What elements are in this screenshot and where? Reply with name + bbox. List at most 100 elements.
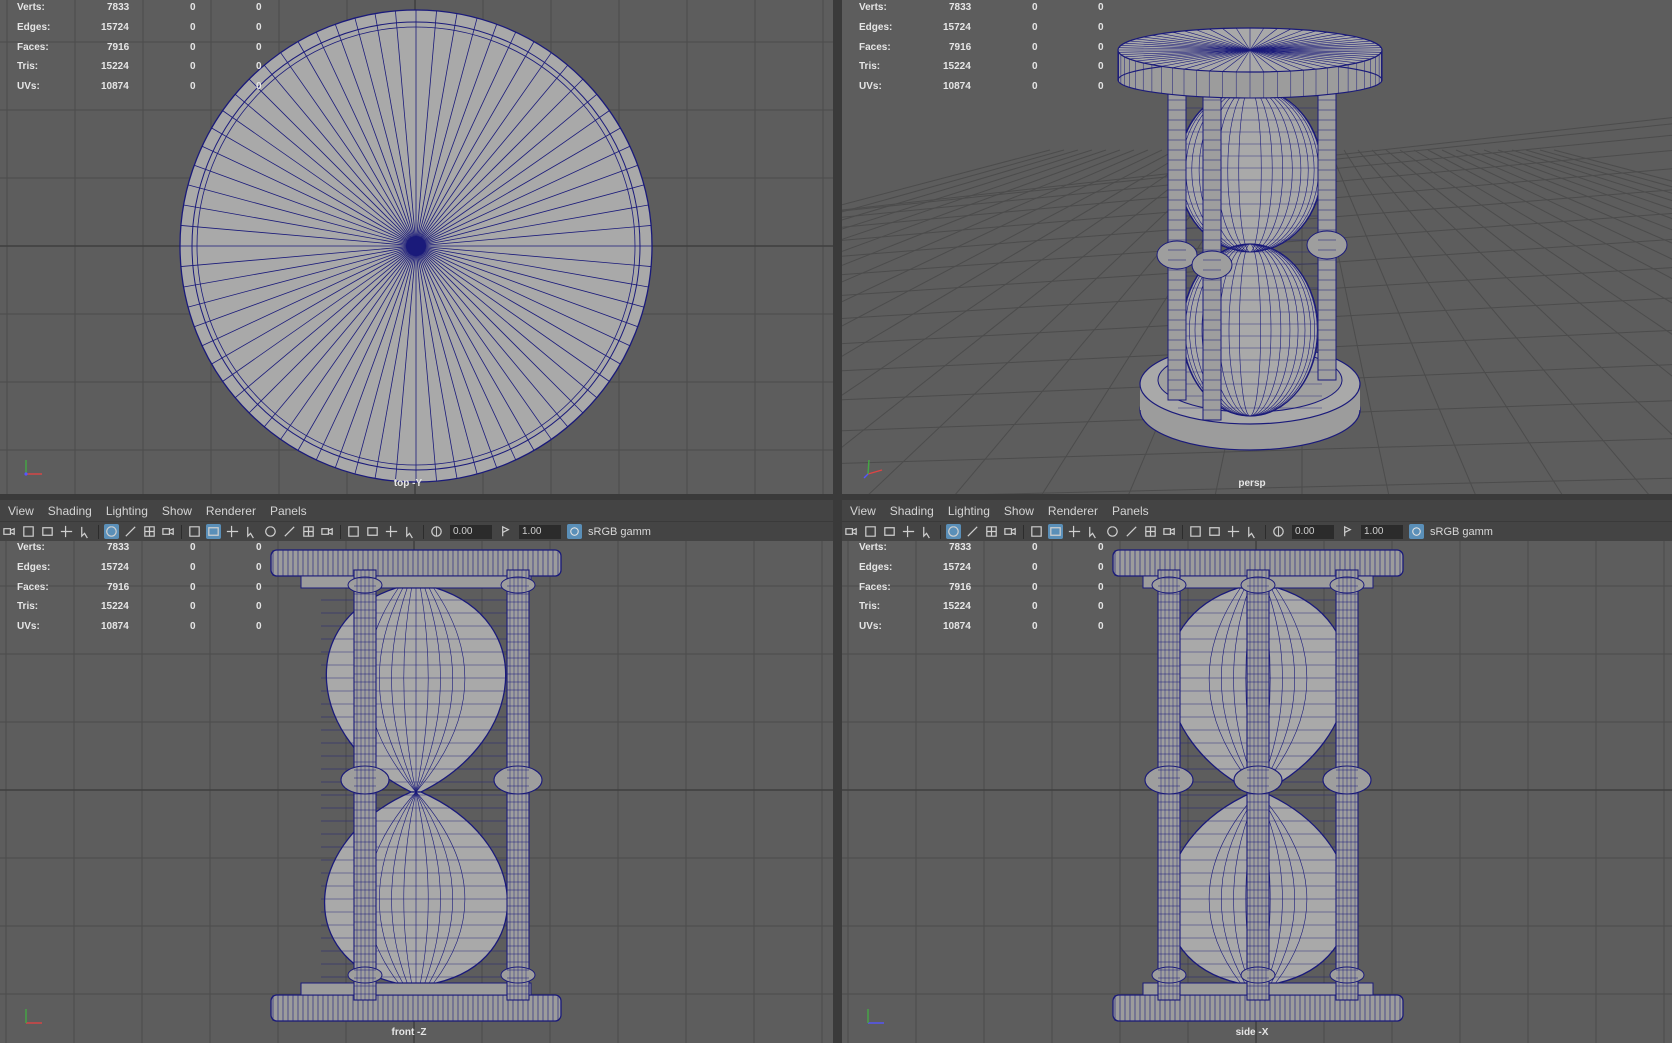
stats-value: 0 xyxy=(1032,601,1038,613)
motion-blur-icon[interactable] xyxy=(1143,524,1158,539)
panel-menu-renderer[interactable]: Renderer xyxy=(206,504,256,518)
grid-icon[interactable] xyxy=(104,524,119,539)
backface-culling-icon[interactable] xyxy=(403,524,418,539)
panel-menu-renderer[interactable]: Renderer xyxy=(1048,504,1098,518)
gamma-field[interactable]: 1.00 xyxy=(1361,524,1403,539)
panel-menu-show[interactable]: Show xyxy=(162,504,192,518)
viewport-persp[interactable]: Verts: 7833 0 0 Edges: 15724 0 0 Faces: 7916 0 0 Tri… xyxy=(842,0,1672,494)
xray-joints-icon[interactable] xyxy=(1226,524,1241,539)
panel-menu-view[interactable]: View xyxy=(850,504,876,518)
axis-gizmo-icon xyxy=(863,459,883,479)
stats-value: 10874 xyxy=(101,621,129,633)
color-space-label[interactable]: sRGB gamm xyxy=(1430,526,1493,538)
wireframe-icon[interactable] xyxy=(187,524,202,539)
backface-culling-icon[interactable] xyxy=(1245,524,1260,539)
shadows-icon[interactable] xyxy=(263,524,278,539)
axis-gizmo-icon xyxy=(867,1009,884,1024)
panel-menu-shading[interactable]: Shading xyxy=(48,504,92,518)
viewport-top[interactable]: Verts: 7833 0 0 Edges: 15724 0 0 Faces: 7916 0 0 Tri… xyxy=(0,0,833,494)
textured-icon[interactable] xyxy=(1067,524,1082,539)
panel-menu-show[interactable]: Show xyxy=(1004,504,1034,518)
stats-value: 0 xyxy=(1098,542,1104,553)
gamma-icon[interactable] xyxy=(1340,524,1355,539)
camera-attributes-icon[interactable] xyxy=(21,524,36,539)
motion-blur-icon[interactable] xyxy=(301,524,316,539)
stats-value: 0 xyxy=(190,542,196,553)
panel-menu-panels[interactable]: Panels xyxy=(1112,504,1149,518)
camera-label: front -Z xyxy=(391,1027,427,1038)
viewport-side[interactable]: Verts: 7833 0 0 Edges: 15724 0 0 Faces: 7916 0 0 Tri… xyxy=(842,540,1672,1043)
grease-pencil-icon[interactable] xyxy=(78,524,93,539)
toolbar-separator xyxy=(181,524,182,539)
xray-icon[interactable] xyxy=(1207,524,1222,539)
isolate-select-icon[interactable] xyxy=(1188,524,1203,539)
stats-label: Tris: xyxy=(859,601,881,613)
anti-alias-icon[interactable] xyxy=(320,524,335,539)
gamma-field[interactable]: 1.00 xyxy=(519,524,561,539)
resolution-gate-icon[interactable] xyxy=(984,524,999,539)
camera-icon[interactable] xyxy=(844,524,859,539)
film-gate-icon[interactable] xyxy=(965,524,980,539)
image-plane-icon[interactable] xyxy=(59,524,74,539)
exposure-icon[interactable] xyxy=(1271,524,1286,539)
stats-value: 0 xyxy=(190,621,196,633)
ambient-occlusion-icon[interactable] xyxy=(282,524,297,539)
stats-value: 0 xyxy=(1098,561,1104,573)
panel-menu-shading[interactable]: Shading xyxy=(890,504,934,518)
exposure-field[interactable]: 0.00 xyxy=(450,524,492,539)
film-gate-icon[interactable] xyxy=(123,524,138,539)
stats-value: 7833 xyxy=(949,2,972,13)
smooth-shade-icon[interactable] xyxy=(206,524,221,539)
camera-attributes-icon[interactable] xyxy=(863,524,878,539)
exposure-field[interactable]: 0.00 xyxy=(1292,524,1334,539)
panel-menu-lighting[interactable]: Lighting xyxy=(948,504,990,518)
resolution-gate-icon[interactable] xyxy=(142,524,157,539)
lights-icon[interactable] xyxy=(244,524,259,539)
stats-value: 0 xyxy=(256,581,262,593)
gamma-icon[interactable] xyxy=(498,524,513,539)
stats-value: 7833 xyxy=(949,542,972,553)
front-view-scene xyxy=(0,540,833,1043)
stats-label: Edges: xyxy=(17,561,51,573)
stats-value: 0 xyxy=(1098,81,1104,93)
safe-action-icon[interactable] xyxy=(161,524,176,539)
isolate-select-icon[interactable] xyxy=(346,524,361,539)
stats-label: Tris: xyxy=(17,61,39,73)
smooth-shade-icon[interactable] xyxy=(1048,524,1063,539)
toolbar-separator xyxy=(1182,524,1183,539)
image-plane-icon[interactable] xyxy=(901,524,916,539)
lights-icon[interactable] xyxy=(1086,524,1101,539)
panel-menu-lighting[interactable]: Lighting xyxy=(106,504,148,518)
camera-icon[interactable] xyxy=(2,524,17,539)
stats-value: 0 xyxy=(1098,41,1104,53)
stats-value: 7916 xyxy=(949,581,972,593)
viewport-front[interactable]: Verts: 7833 0 0 Edges: 15724 0 0 Faces: 7916 0 0 Tri… xyxy=(0,540,833,1043)
exposure-icon[interactable] xyxy=(429,524,444,539)
stats-value: 0 xyxy=(1032,621,1038,633)
safe-action-icon[interactable] xyxy=(1003,524,1018,539)
stats-label: Verts: xyxy=(17,542,45,553)
color-space-label[interactable]: sRGB gamm xyxy=(588,526,651,538)
bookmark-icon[interactable] xyxy=(40,524,55,539)
panel-menu-panels[interactable]: Panels xyxy=(270,504,307,518)
anti-alias-icon[interactable] xyxy=(1162,524,1177,539)
wireframe-icon[interactable] xyxy=(1029,524,1044,539)
bookmark-icon[interactable] xyxy=(882,524,897,539)
stats-value: 15724 xyxy=(101,561,129,573)
stats-value: 0 xyxy=(1032,61,1038,73)
panel-menu-view[interactable]: View xyxy=(8,504,34,518)
xray-joints-icon[interactable] xyxy=(384,524,399,539)
color-management-icon[interactable] xyxy=(1409,524,1424,539)
shadows-icon[interactable] xyxy=(1105,524,1120,539)
ambient-occlusion-icon[interactable] xyxy=(1124,524,1139,539)
grease-pencil-icon[interactable] xyxy=(920,524,935,539)
xray-icon[interactable] xyxy=(365,524,380,539)
stats-value: 0 xyxy=(1032,21,1038,33)
grid-icon[interactable] xyxy=(946,524,961,539)
stats-value: 0 xyxy=(256,81,262,93)
color-management-icon[interactable] xyxy=(567,524,582,539)
stats-value: 0 xyxy=(256,601,262,613)
textured-icon[interactable] xyxy=(225,524,240,539)
axis-gizmo-icon xyxy=(25,1009,42,1024)
stats-label: UVs: xyxy=(17,621,40,633)
